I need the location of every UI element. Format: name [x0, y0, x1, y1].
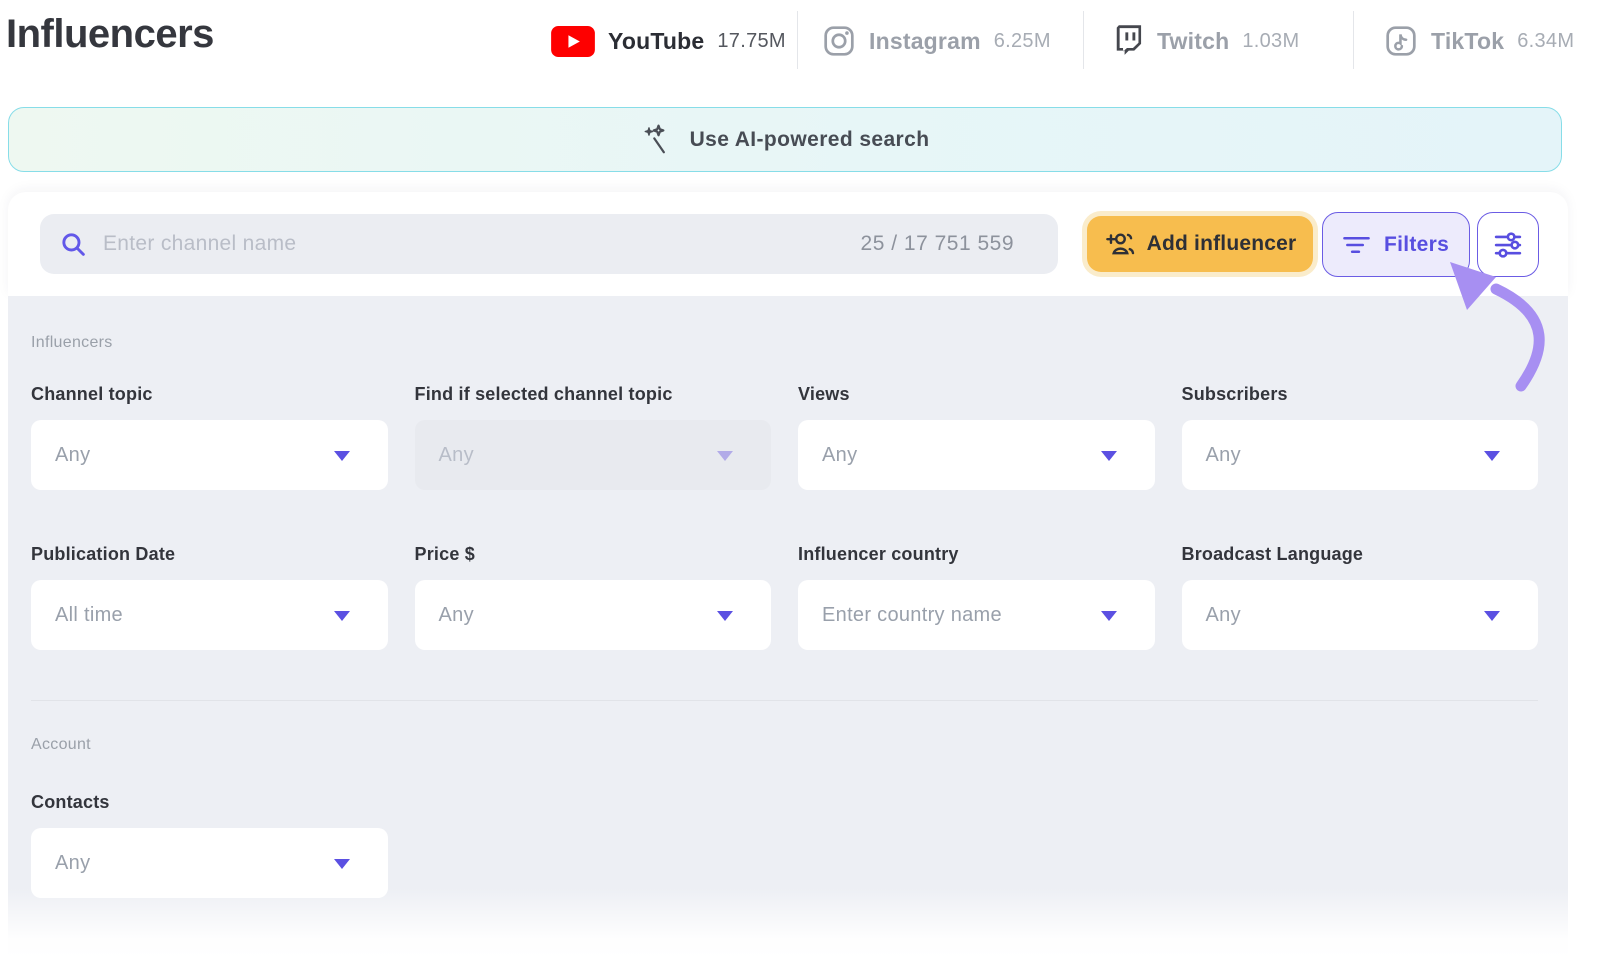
- tab-label: Instagram: [869, 28, 981, 55]
- account-filter-grid: Contacts Any: [31, 792, 1538, 898]
- youtube-icon: [551, 26, 595, 57]
- field-label: Contacts: [31, 792, 388, 813]
- search-icon: [60, 231, 87, 258]
- field-label: Publication Date: [31, 544, 388, 565]
- sliders-icon: [1493, 230, 1523, 260]
- channel-topic-select[interactable]: Any: [31, 420, 388, 490]
- filter-lines-icon: [1343, 235, 1370, 255]
- filters-button[interactable]: Filters: [1322, 212, 1470, 277]
- chevron-down-icon: [334, 451, 350, 461]
- field-broadcast-language: Broadcast Language Any: [1182, 544, 1539, 650]
- chevron-down-icon: [334, 611, 350, 621]
- panel-bottom-fade: [8, 888, 1568, 960]
- filters-label: Filters: [1384, 233, 1449, 257]
- tab-count: 1.03M: [1242, 30, 1299, 53]
- select-value: All time: [55, 604, 123, 627]
- tab-divider: [1083, 11, 1084, 69]
- select-placeholder: Enter country name: [822, 604, 1002, 627]
- instagram-icon: [822, 24, 856, 58]
- chevron-down-icon: [1484, 611, 1500, 621]
- influencer-country-select[interactable]: Enter country name: [798, 580, 1155, 650]
- select-value: Any: [439, 444, 474, 467]
- field-label: Price $: [415, 544, 772, 565]
- chevron-down-icon: [1101, 451, 1117, 461]
- chevron-down-icon: [1484, 451, 1500, 461]
- add-influencer-label: Add influencer: [1147, 232, 1297, 256]
- field-publication-date: Publication Date All time: [31, 544, 388, 650]
- select-value: Any: [822, 444, 857, 467]
- select-value: Any: [439, 604, 474, 627]
- chevron-down-icon: [1101, 611, 1117, 621]
- tab-youtube[interactable]: YouTube 17.75M: [551, 0, 786, 82]
- field-label: Broadcast Language: [1182, 544, 1539, 565]
- chevron-down-icon: [717, 451, 733, 461]
- section-label-influencers: Influencers: [31, 334, 113, 352]
- field-contacts: Contacts Any: [31, 792, 388, 898]
- price-select[interactable]: Any: [415, 580, 772, 650]
- tab-label: Twitch: [1157, 28, 1229, 55]
- ai-search-label: Use AI-powered search: [690, 128, 930, 152]
- find-if-selected-select: Any: [415, 420, 772, 490]
- field-views: Views Any: [798, 384, 1155, 490]
- field-find-if-selected: Find if selected channel topic Any: [415, 384, 772, 490]
- chevron-down-icon: [717, 611, 733, 621]
- field-label: Views: [798, 384, 1155, 405]
- tab-count: 6.25M: [994, 30, 1051, 53]
- tab-count: 6.34M: [1517, 30, 1574, 53]
- section-label-account: Account: [31, 736, 91, 754]
- tab-instagram[interactable]: Instagram 6.25M: [822, 0, 1051, 82]
- field-influencer-country: Influencer country Enter country name: [798, 544, 1155, 650]
- person-add-icon: [1104, 230, 1135, 258]
- tab-label: TikTok: [1431, 28, 1504, 55]
- tab-twitch[interactable]: Twitch 1.03M: [1112, 0, 1299, 82]
- results-count: 25 / 17 751 559: [861, 232, 1014, 256]
- filter-panel: Influencers Channel topic Any Find if se…: [8, 296, 1568, 960]
- publication-date-select[interactable]: All time: [31, 580, 388, 650]
- channel-search-input[interactable]: [87, 232, 861, 256]
- chevron-down-icon: [334, 859, 350, 869]
- select-value: Any: [55, 852, 90, 875]
- views-select[interactable]: Any: [798, 420, 1155, 490]
- select-value: Any: [1206, 604, 1241, 627]
- field-subscribers: Subscribers Any: [1182, 384, 1539, 490]
- field-label: Find if selected channel topic: [415, 384, 772, 405]
- twitch-icon: [1112, 24, 1144, 58]
- page-title: Influencers: [6, 12, 214, 57]
- add-influencer-button[interactable]: Add influencer: [1087, 216, 1313, 272]
- filter-settings-button[interactable]: [1477, 212, 1539, 277]
- subscribers-select[interactable]: Any: [1182, 420, 1539, 490]
- field-price: Price $ Any: [415, 544, 772, 650]
- section-divider: [31, 700, 1538, 701]
- select-value: Any: [1206, 444, 1241, 467]
- tab-tiktok[interactable]: TikTok 6.34M: [1384, 0, 1574, 82]
- ai-search-banner[interactable]: Use AI-powered search: [8, 107, 1562, 172]
- tiktok-icon: [1384, 24, 1418, 58]
- field-channel-topic: Channel topic Any: [31, 384, 388, 490]
- broadcast-language-select[interactable]: Any: [1182, 580, 1539, 650]
- tab-count: 17.75M: [717, 30, 786, 53]
- magic-wand-icon: [641, 123, 675, 157]
- field-label: Subscribers: [1182, 384, 1539, 405]
- tab-label: YouTube: [608, 28, 704, 55]
- field-label: Channel topic: [31, 384, 388, 405]
- tab-divider: [1353, 11, 1354, 69]
- tab-divider: [797, 11, 798, 69]
- field-label: Influencer country: [798, 544, 1155, 565]
- select-value: Any: [55, 444, 90, 467]
- channel-search-box: 25 / 17 751 559: [40, 214, 1058, 274]
- influencers-filter-grid: Channel topic Any Find if selected chann…: [31, 384, 1538, 650]
